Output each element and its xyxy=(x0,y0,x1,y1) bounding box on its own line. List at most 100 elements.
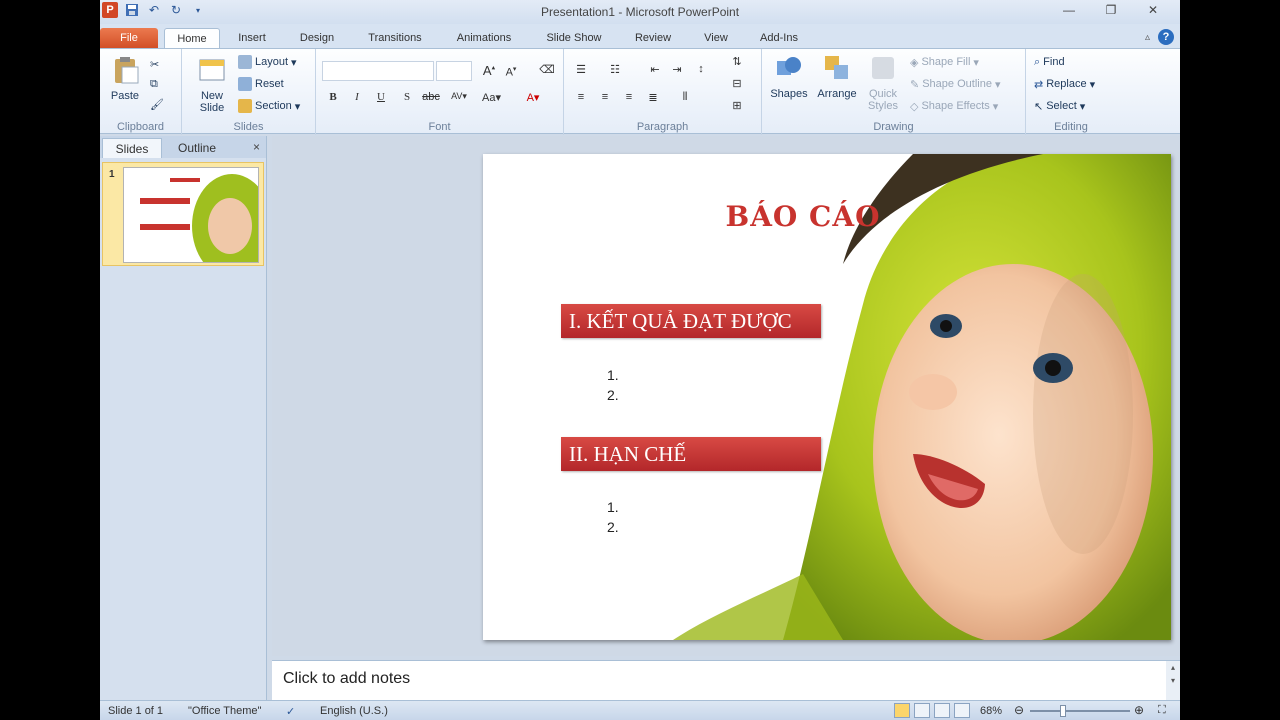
zoom-slider-track[interactable] xyxy=(1030,710,1130,712)
notes-scrollbar[interactable]: ▴ ▾ xyxy=(1166,661,1180,701)
normal-view-icon[interactable] xyxy=(894,703,910,718)
group-clipboard: Paste ✂ ⧉ 🖌 Clipboard xyxy=(100,49,182,135)
tab-transitions[interactable]: Transitions xyxy=(360,28,430,48)
layout-icon xyxy=(238,55,252,69)
format-painter-icon[interactable]: 🖌 xyxy=(150,95,164,113)
title-bar: P ↶ ↻ ▾ Presentation1 - Microsoft PowerP… xyxy=(100,0,1180,24)
zoom-in-icon[interactable]: ⊕ xyxy=(1134,703,1144,717)
zoom-slider-thumb[interactable] xyxy=(1060,705,1066,717)
underline-icon[interactable]: U xyxy=(372,91,390,103)
group-label-font: Font xyxy=(428,121,451,133)
list-item: 1. xyxy=(607,499,619,515)
group-editing: ⌕ Find ⇄ Replace ▾ ↖ Select ▾ Editing xyxy=(1026,49,1116,135)
quick-styles-button[interactable]: Quick Styles xyxy=(862,53,904,112)
grow-font-icon[interactable]: A▴ xyxy=(480,63,498,78)
zoom-level[interactable]: 68% xyxy=(980,705,1002,717)
bullets-icon[interactable]: ☰ xyxy=(572,63,590,76)
numbered-list-2[interactable]: 1. 2. xyxy=(607,497,619,537)
layout-button[interactable]: Layout ▾ xyxy=(238,53,297,71)
help-icon[interactable]: ? xyxy=(1158,29,1174,45)
notes-pane[interactable]: Click to add notes ▴ ▾ xyxy=(272,660,1180,701)
section-heading-1[interactable]: I. KẾT QUẢ ĐẠT ĐƯỢC xyxy=(561,304,821,338)
shapes-button[interactable]: Shapes xyxy=(768,53,810,100)
thumbnail-preview xyxy=(124,168,258,262)
columns-icon[interactable]: ⫴ xyxy=(676,91,694,104)
slide-show-icon[interactable] xyxy=(954,703,970,718)
cut-icon[interactable]: ✂ xyxy=(150,55,159,73)
close-pane-icon[interactable]: × xyxy=(253,140,260,154)
bold-icon[interactable]: B xyxy=(324,91,342,103)
tab-design[interactable]: Design xyxy=(290,28,344,48)
zoom-out-icon[interactable]: ⊖ xyxy=(1014,703,1024,717)
copy-icon[interactable]: ⧉ xyxy=(150,75,158,93)
align-text-icon[interactable]: ⊟ xyxy=(728,77,746,90)
language-indicator[interactable]: English (U.S.) xyxy=(320,705,388,717)
tab-add-ins[interactable]: Add-Ins xyxy=(750,28,808,48)
font-name-combo[interactable] xyxy=(322,61,434,81)
tab-outline[interactable]: Outline xyxy=(166,138,228,158)
shape-outline-button[interactable]: ✎ Shape Outline ▾ xyxy=(910,75,1000,93)
reading-view-icon[interactable] xyxy=(934,703,950,718)
fit-to-window-icon[interactable]: ⛶ xyxy=(1158,704,1166,717)
smartart-icon[interactable]: ⊞ xyxy=(728,99,746,112)
tab-animations[interactable]: Animations xyxy=(447,28,521,48)
tab-review[interactable]: Review xyxy=(626,28,680,48)
shape-fill-button[interactable]: ◈ Shape Fill ▾ xyxy=(910,53,979,71)
minimize-button[interactable]: — xyxy=(1048,0,1090,20)
spell-check-icon[interactable]: ✓ xyxy=(286,705,295,718)
close-button[interactable]: ✕ xyxy=(1132,0,1174,20)
shrink-font-icon[interactable]: A▾ xyxy=(502,65,520,79)
slide-canvas[interactable]: BÁO CÁO I. KẾT QUẢ ĐẠT ĐƯỢC 1. 2. II. HẠ… xyxy=(483,154,1171,640)
new-slide-icon xyxy=(199,59,225,81)
slide-title[interactable]: BÁO CÁO xyxy=(683,200,923,233)
align-center-icon[interactable]: ≡ xyxy=(596,91,614,103)
slide-thumbnail[interactable] xyxy=(123,167,259,263)
reset-button[interactable]: Reset xyxy=(238,75,284,93)
new-slide-button[interactable]: New Slide xyxy=(190,55,234,114)
slide-thumbnail-row[interactable]: 1 xyxy=(102,162,264,266)
tab-file[interactable]: File xyxy=(100,28,158,48)
ribbon-controls: ▵ ? xyxy=(1145,29,1174,45)
justify-icon[interactable]: ≣ xyxy=(644,91,662,104)
shape-effects-icon: ◇ xyxy=(910,100,919,113)
text-direction-icon[interactable]: ⇅ xyxy=(728,55,746,68)
minimize-ribbon-icon[interactable]: ▵ xyxy=(1145,32,1150,43)
select-button[interactable]: ↖ Select ▾ xyxy=(1034,97,1085,115)
slide-indicator: Slide 1 of 1 xyxy=(108,705,164,717)
arrange-button[interactable]: Arrange xyxy=(814,53,860,100)
theme-name[interactable]: "Office Theme" xyxy=(188,705,261,717)
group-label-slides: Slides xyxy=(233,121,264,133)
replace-button[interactable]: ⇄ Replace ▾ xyxy=(1034,75,1095,93)
section-button[interactable]: Section ▾ xyxy=(238,97,300,115)
paste-button[interactable]: Paste xyxy=(106,55,144,102)
tab-insert[interactable]: Insert xyxy=(226,28,278,48)
find-button[interactable]: ⌕ Find xyxy=(1034,53,1065,71)
tab-home[interactable]: Home xyxy=(164,28,220,48)
strikethrough-icon[interactable]: abc xyxy=(422,91,440,103)
change-case-icon[interactable]: Aa▾ xyxy=(482,91,501,104)
powerpoint-window: P ↶ ↻ ▾ Presentation1 - Microsoft PowerP… xyxy=(100,0,1180,720)
numbered-list-1[interactable]: 1. 2. xyxy=(607,365,619,405)
find-icon: ⌕ xyxy=(1034,55,1041,68)
italic-icon[interactable]: I xyxy=(348,91,366,103)
section-heading-2[interactable]: II. HẠN CHẾ xyxy=(561,437,821,471)
clear-formatting-icon[interactable]: ⌫ xyxy=(538,63,556,76)
line-spacing-icon[interactable]: ↕ xyxy=(692,63,710,75)
tab-view[interactable]: View xyxy=(696,28,736,48)
slide-sorter-icon[interactable] xyxy=(914,703,930,718)
font-size-combo[interactable] xyxy=(436,61,472,81)
slide-editor: BÁO CÁO I. KẾT QUẢ ĐẠT ĐƯỢC 1. 2. II. HẠ… xyxy=(272,136,1180,656)
character-spacing-icon[interactable]: AV▾ xyxy=(450,91,468,102)
tab-slides[interactable]: Slides xyxy=(102,138,162,158)
increase-indent-icon[interactable]: ⇥ xyxy=(668,63,686,76)
decrease-indent-icon[interactable]: ⇤ xyxy=(646,63,664,76)
group-label-drawing: Drawing xyxy=(873,121,914,133)
shadow-icon[interactable]: S xyxy=(398,91,416,103)
font-color-icon[interactable]: A▾ xyxy=(524,91,542,104)
numbering-icon[interactable]: ☷ xyxy=(606,63,624,76)
align-right-icon[interactable]: ≡ xyxy=(620,91,638,103)
restore-button[interactable]: ❐ xyxy=(1090,0,1132,20)
align-left-icon[interactable]: ≡ xyxy=(572,91,590,103)
shape-effects-button[interactable]: ◇ Shape Effects ▾ xyxy=(910,97,998,115)
tab-slide-show[interactable]: Slide Show xyxy=(539,28,609,48)
